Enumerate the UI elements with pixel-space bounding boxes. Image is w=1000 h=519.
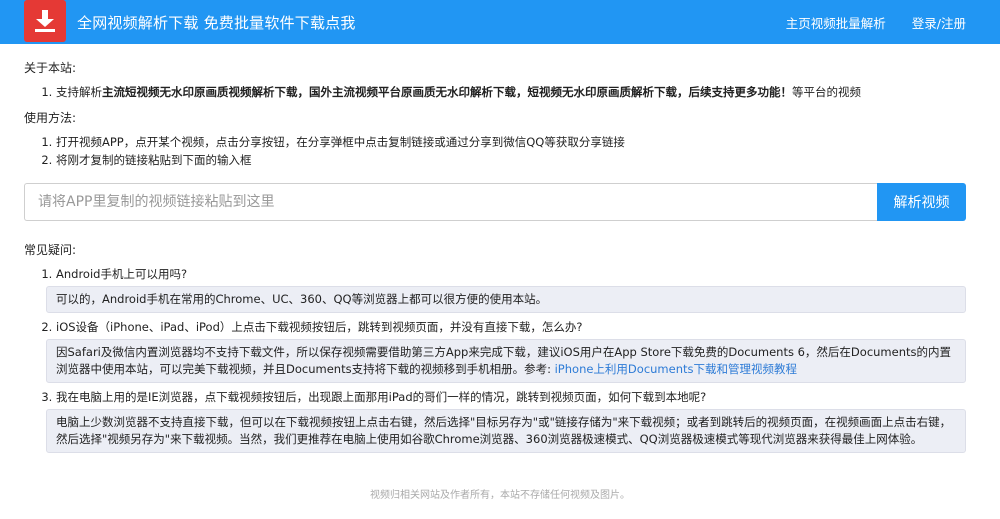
about-item: 支持解析主流短视频无水印原画质视频解析下载，国外主流视频平台原画质无水印解析下载… <box>56 83 966 101</box>
usage-step: 打开视频APP，点开某个视频，点击分享按钮，在分享弹框中点击复制链接或通过分享到… <box>56 133 966 151</box>
video-link-input[interactable] <box>24 183 877 221</box>
usage-title: 使用方法: <box>24 111 77 125</box>
faq-item: Android手机上可以用吗? 可以的，Android手机在常用的Chrome、… <box>46 265 966 313</box>
documents-tutorial-link[interactable]: iPhone上利用Documents下载和管理视频教程 <box>555 362 797 376</box>
faq-answer: 因Safari及微信内置浏览器均不支持下载文件，所以保存视频需要借助第三方App… <box>46 339 966 383</box>
search-bar: 解析视频 <box>24 183 966 221</box>
main-content: 关于本站: 支持解析主流短视频无水印原画质视频解析下载，国外主流视频平台原画质无… <box>0 44 1000 453</box>
faq-list: Android手机上可以用吗? 可以的，Android手机在常用的Chrome、… <box>46 265 966 453</box>
faq-answer-text: 因Safari及微信内置浏览器均不支持下载文件，所以保存视频需要借助第三方App… <box>56 345 951 376</box>
faq-question: iOS设备（iPhone、iPad、iPod）上点击下载视频按钮后，跳转到视频页… <box>56 320 583 334</box>
footer-note: 视频归相关网站及作者所有，本站不存储任何视频及图片。 <box>370 490 630 501</box>
brand-title[interactable]: 全网视频解析下载 免费批量软件下载点我 <box>77 12 356 33</box>
about-prefix: 支持解析 <box>56 85 102 99</box>
faq-title: 常见疑问: <box>24 243 77 257</box>
faq-answer: 电脑上少数浏览器不支持直接下载，但可以在下载视频按钮上点击右键，然后选择"目标另… <box>46 409 966 453</box>
about-strong-text: 主流短视频无水印原画质视频解析下载，国外主流视频平台原画质无水印解析下载，短视频… <box>102 85 792 99</box>
about-title: 关于本站: <box>24 61 77 75</box>
about-suffix: 等平台的视频 <box>792 85 861 99</box>
faq-item: iOS设备（iPhone、iPad、iPod）上点击下载视频按钮后，跳转到视频页… <box>46 318 966 383</box>
top-bar: 全网视频解析下载 免费批量软件下载点我 主页视频批量解析 登录/注册 <box>0 0 1000 44</box>
top-nav: 主页视频批量解析 登录/注册 <box>786 13 966 32</box>
faq-answer: 可以的，Android手机在常用的Chrome、UC、360、QQ等浏览器上都可… <box>46 286 966 313</box>
faq-question: 我在电脑上用的是IE浏览器，点下载视频按钮后，出现跟上面那用iPad的哥们一样的… <box>56 390 707 404</box>
download-logo-icon[interactable] <box>24 0 66 42</box>
usage-step: 将刚才复制的链接粘贴到下面的输入框 <box>56 151 966 169</box>
faq-question: Android手机上可以用吗? <box>56 267 188 281</box>
faq-item: 我在电脑上用的是IE浏览器，点下载视频按钮后，出现跟上面那用iPad的哥们一样的… <box>46 388 966 453</box>
nav-login-link[interactable]: 登录/注册 <box>912 13 966 32</box>
nav-batch-parse-link[interactable]: 主页视频批量解析 <box>786 13 886 32</box>
usage-list: 打开视频APP，点开某个视频，点击分享按钮，在分享弹框中点击复制链接或通过分享到… <box>56 133 966 169</box>
parse-video-button[interactable]: 解析视频 <box>877 183 966 221</box>
about-list: 支持解析主流短视频无水印原画质视频解析下载，国外主流视频平台原画质无水印解析下载… <box>56 83 966 101</box>
